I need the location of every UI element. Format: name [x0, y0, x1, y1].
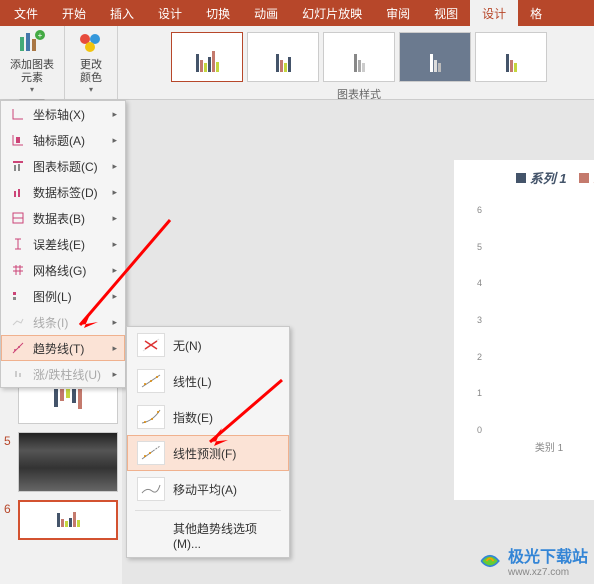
- svg-text:+: +: [38, 31, 43, 40]
- add-element-icon: +: [16, 29, 48, 57]
- chart-styles-label: 图表样式: [124, 86, 594, 99]
- watermark-url: www.xz7.com: [508, 567, 588, 578]
- tab-insert[interactable]: 插入: [98, 0, 146, 27]
- ribbon: + 添加图表 元素 ▾ 快速布局 ▾ 更改 颜色 ▾: [0, 26, 594, 100]
- tab-start[interactable]: 开始: [50, 0, 98, 27]
- data-table-icon: [9, 210, 27, 226]
- legend-swatch: [516, 173, 526, 183]
- chart-preview[interactable]: 系列 1 系列 2 系列 3 6 5 4 3 2 1 0 类别: [454, 160, 594, 500]
- tab-transition[interactable]: 切换: [194, 0, 242, 27]
- forecast-icon: [137, 441, 165, 465]
- lines-icon: [9, 314, 27, 330]
- exponential-icon: [137, 405, 165, 429]
- change-colors-button[interactable]: 更改 颜色 ▾: [71, 29, 111, 94]
- chevron-right-icon: ▸: [112, 135, 117, 146]
- chevron-right-icon: ▸: [112, 291, 117, 302]
- submenu-linear[interactable]: 线性(L): [127, 363, 289, 399]
- axis-icon: [9, 106, 27, 122]
- slide-thumb-5[interactable]: 5: [4, 432, 118, 492]
- trendline-icon: [9, 340, 27, 356]
- legend-item-1: 系列 1: [516, 168, 567, 187]
- linear-icon: [137, 369, 165, 393]
- axis-title-icon: [9, 132, 27, 148]
- chart-style-3[interactable]: [323, 32, 395, 82]
- legend-item-2: 系列 2: [579, 168, 594, 187]
- menu-item-gridlines[interactable]: 网格线(G)▸: [1, 257, 125, 283]
- chevron-right-icon: ▸: [112, 343, 117, 354]
- chevron-right-icon: ▸: [112, 265, 117, 276]
- chart-style-1[interactable]: [171, 32, 243, 82]
- y-axis: 6 5 4 3 2 1 0: [464, 205, 482, 435]
- slide-number: 5: [4, 432, 18, 492]
- chart-legend: 系列 1 系列 2 系列 3: [454, 160, 594, 195]
- x-axis-labels: 类别 1 类别 2: [484, 439, 594, 454]
- watermark: 极光下载站 www.xz7.com: [476, 543, 588, 578]
- chart-plot-area: 6 5 4 3 2 1 0: [484, 205, 594, 435]
- menu-item-updown: 涨/跌柱线(U)▸: [1, 361, 125, 387]
- data-label-icon: [9, 184, 27, 200]
- legend-icon: [9, 288, 27, 304]
- add-element-label: 添加图表 元素: [10, 59, 54, 85]
- caret-down-icon: ▾: [89, 85, 93, 94]
- chevron-right-icon: ▸: [112, 239, 117, 250]
- chevron-right-icon: ▸: [112, 161, 117, 172]
- tab-review[interactable]: 审阅: [374, 0, 422, 27]
- menu-item-lines: 线条(I)▸: [1, 309, 125, 335]
- separator: [135, 510, 281, 511]
- slide-thumb-6[interactable]: 6: [4, 500, 118, 540]
- chart-styles-gallery: 图表样式: [118, 26, 594, 99]
- slide-preview: [18, 500, 118, 540]
- chart-title-icon: [9, 158, 27, 174]
- submenu-moving-avg[interactable]: 移动平均(A): [127, 471, 289, 507]
- tab-chart-design[interactable]: 设计: [470, 0, 518, 27]
- change-colors-label: 更改 颜色: [80, 59, 102, 85]
- legend-swatch: [579, 173, 589, 183]
- watermark-icon: [476, 547, 504, 575]
- bars-area: [484, 205, 594, 435]
- tab-view[interactable]: 视图: [422, 0, 470, 27]
- add-chart-element-button[interactable]: + 添加图表 元素 ▾: [6, 29, 58, 94]
- chevron-right-icon: ▸: [112, 109, 117, 120]
- menu-item-data-label[interactable]: 数据标签(D)▸: [1, 179, 125, 205]
- none-icon: [137, 333, 165, 357]
- tab-design[interactable]: 设计: [146, 0, 194, 27]
- tab-animation[interactable]: 动画: [242, 0, 290, 27]
- menu-item-chart-title[interactable]: 图表标题(C)▸: [1, 153, 125, 179]
- menu-item-error-bar[interactable]: 误差线(E)▸: [1, 231, 125, 257]
- submenu-exponential[interactable]: 指数(E): [127, 399, 289, 435]
- submenu-more-options[interactable]: 其他趋势线选项(M)...: [127, 514, 289, 557]
- slide-thumbnails-panel: 4 极光下载站 5 6: [0, 360, 122, 584]
- chart-style-4[interactable]: [399, 32, 471, 82]
- menu-item-legend[interactable]: 图例(L)▸: [1, 283, 125, 309]
- tab-file[interactable]: 文件: [2, 0, 50, 27]
- gridlines-icon: [9, 262, 27, 278]
- submenu-forecast[interactable]: 线性预测(F): [127, 435, 289, 471]
- moving-avg-icon: [137, 477, 165, 501]
- chevron-right-icon: ▸: [112, 187, 117, 198]
- change-colors-icon: [75, 29, 107, 57]
- menu-item-data-table[interactable]: 数据表(B)▸: [1, 205, 125, 231]
- watermark-text: 极光下载站: [508, 543, 588, 567]
- chart-style-2[interactable]: [247, 32, 319, 82]
- tab-slideshow[interactable]: 幻灯片放映: [290, 0, 374, 27]
- error-bar-icon: [9, 236, 27, 252]
- slide-number: 6: [4, 500, 18, 540]
- chevron-right-icon: ▸: [112, 317, 117, 328]
- ribbon-tabbar: 文件 开始 插入 设计 切换 动画 幻灯片放映 审阅 视图 设计 格: [0, 0, 594, 26]
- menu-item-axis-title[interactable]: 轴标题(A)▸: [1, 127, 125, 153]
- chart-style-5[interactable]: [475, 32, 547, 82]
- caret-down-icon: ▾: [30, 85, 34, 94]
- chevron-right-icon: ▸: [112, 369, 117, 380]
- add-chart-element-menu: 坐标轴(X)▸ 轴标题(A)▸ 图表标题(C)▸ 数据标签(D)▸ 数据表(B)…: [0, 100, 126, 388]
- chevron-right-icon: ▸: [112, 213, 117, 224]
- slide-preview: [18, 432, 118, 492]
- updown-icon: [9, 366, 27, 382]
- submenu-none[interactable]: 无(N): [127, 327, 289, 363]
- menu-item-trendline[interactable]: 趋势线(T)▸: [1, 335, 125, 361]
- menu-item-axis[interactable]: 坐标轴(X)▸: [1, 101, 125, 127]
- tab-format[interactable]: 格: [518, 0, 554, 27]
- trendline-submenu: 无(N) 线性(L) 指数(E) 线性预测(F) 移动平均(A) 其他趋势线选项…: [126, 326, 290, 558]
